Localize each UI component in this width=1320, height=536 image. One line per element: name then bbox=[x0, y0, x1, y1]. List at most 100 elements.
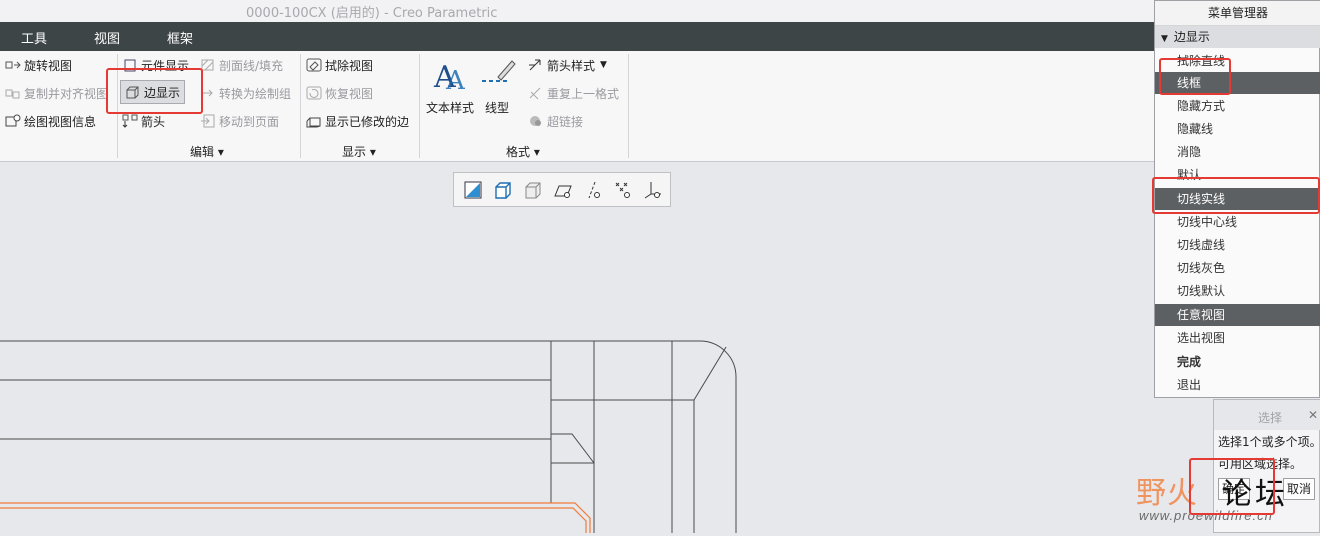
model-drawing bbox=[0, 340, 737, 533]
menu-item-erase-line[interactable]: 拭除直线 bbox=[1155, 50, 1320, 72]
copy-align-view-button[interactable]: 复制并对齐视图 bbox=[5, 83, 108, 103]
title-bar: 0000-100CX (启用的) - Creo Parametric bbox=[0, 0, 1320, 22]
group-separator bbox=[419, 54, 420, 158]
arrow-label: 箭头 bbox=[141, 114, 166, 129]
menu-item-any-view[interactable]: 任意视图 bbox=[1155, 304, 1320, 326]
section-fill-label: 剖面线/填充 bbox=[219, 58, 284, 73]
move-to-page-label: 移动到页面 bbox=[219, 114, 280, 129]
drawing-view-info-label: 绘图视图信息 bbox=[24, 114, 97, 129]
view-info-icon bbox=[5, 114, 21, 128]
arrow-button[interactable]: 箭头 bbox=[122, 111, 165, 131]
tab-view[interactable]: 视图 bbox=[94, 28, 120, 47]
restore-view-label: 恢复视图 bbox=[325, 86, 374, 101]
format-group-label[interactable]: 格式 ▾ bbox=[506, 143, 540, 160]
section-fill-button[interactable]: 剖面线/填充 bbox=[200, 55, 283, 75]
arrow-style-button[interactable]: 箭头样式 ▼ bbox=[528, 55, 607, 75]
arrow-icon bbox=[122, 114, 138, 128]
menu-item-tangent-centerline[interactable]: 切线中心线 bbox=[1155, 211, 1320, 233]
show-modified-edges-button[interactable]: 显示已修改的边 bbox=[306, 111, 409, 131]
menu-item-done[interactable]: 完成 bbox=[1155, 351, 1320, 373]
menu-item-quit[interactable]: 退出 bbox=[1155, 374, 1320, 396]
group-separator bbox=[117, 54, 118, 158]
edge-display-label: 边显示 bbox=[144, 85, 181, 100]
repeat-last-format-label: 重复上一格式 bbox=[547, 86, 620, 101]
show-modified-edges-label: 显示已修改的边 bbox=[325, 114, 410, 129]
text-style-label: 文本样式 bbox=[426, 101, 475, 115]
select-instruction: 选择1个或多个项。 bbox=[1218, 435, 1320, 449]
restore-view-button[interactable]: 恢复视图 bbox=[306, 83, 373, 103]
menu-item-no-hidden[interactable]: 消隐 bbox=[1155, 141, 1320, 163]
display-group-label[interactable]: 显示 ▾ bbox=[342, 143, 376, 160]
element-display-button[interactable]: 元件显示 bbox=[122, 55, 189, 75]
convert-to-draw-group-label: 转换为绘制组 bbox=[219, 86, 292, 101]
hyperlink-icon bbox=[528, 114, 544, 128]
arrow-style-label: 箭头样式 bbox=[547, 58, 596, 73]
watermark-url: www.proewildfire.cn bbox=[1139, 508, 1273, 523]
menu-item-tangent-solid[interactable]: 切线实线 bbox=[1155, 188, 1320, 210]
menu-item-hidden-line[interactable]: 隐藏线 bbox=[1155, 118, 1320, 140]
ribbon: 旋转视图 复制并对齐视图 绘图视图信息 元件显示 边显示 箭头 剖面线/填充 转… bbox=[0, 51, 1320, 162]
text-style-icon: AA bbox=[433, 60, 466, 96]
cube-icon[interactable] bbox=[488, 177, 518, 203]
watermark-text: 论坛 bbox=[1222, 477, 1288, 512]
line-style-label: 线型 bbox=[485, 101, 510, 115]
menu-item-wireframe[interactable]: 线框 bbox=[1155, 72, 1320, 94]
edit-group-label[interactable]: 编辑 ▾ bbox=[190, 143, 224, 160]
move-page-icon bbox=[200, 114, 216, 128]
line-style-icon bbox=[482, 60, 516, 82]
group-separator bbox=[628, 54, 629, 158]
menu-section-header[interactable]: ▼ 边显示 bbox=[1155, 26, 1320, 48]
menu-item-tangent-dashed[interactable]: 切线虚线 bbox=[1155, 234, 1320, 256]
svg-text:A: A bbox=[445, 66, 466, 91]
text-style-button[interactable]: AA 文本样式 bbox=[424, 57, 476, 117]
edge-display-icon bbox=[125, 85, 141, 99]
edge-display-button[interactable]: 边显示 bbox=[120, 80, 186, 104]
copy-align-icon bbox=[5, 86, 21, 100]
hyperlink-label: 超链接 bbox=[547, 114, 584, 129]
section-fill-icon bbox=[200, 58, 216, 72]
select-dialog-title: 选择 bbox=[1258, 411, 1283, 425]
erase-view-icon bbox=[306, 58, 322, 72]
window-title: 0000-100CX (启用的) - Creo Parametric bbox=[246, 6, 498, 21]
tab-frame[interactable]: 框架 bbox=[167, 28, 193, 47]
repeat-format-icon bbox=[528, 86, 544, 100]
close-icon[interactable]: ✕ bbox=[1308, 408, 1318, 422]
restore-view-icon bbox=[306, 86, 322, 100]
modified-edges-icon bbox=[306, 114, 322, 128]
repeat-last-format-button[interactable]: 重复上一格式 bbox=[528, 83, 619, 103]
shading-icon[interactable] bbox=[458, 177, 488, 203]
convert-icon bbox=[200, 86, 216, 100]
tab-tools[interactable]: 工具 bbox=[21, 28, 47, 47]
copy-align-view-label: 复制并对齐视图 bbox=[24, 86, 109, 101]
menu-item-hidden-mode[interactable]: 隐藏方式 bbox=[1155, 95, 1320, 117]
group-separator bbox=[300, 54, 301, 158]
convert-to-draw-group-button[interactable]: 转换为绘制组 bbox=[200, 83, 291, 103]
menu-item-tangent-gray[interactable]: 切线灰色 bbox=[1155, 257, 1320, 279]
plane-display-icon[interactable] bbox=[548, 177, 578, 203]
erase-view-label: 拭除视图 bbox=[325, 58, 374, 73]
point-display-icon[interactable] bbox=[608, 177, 638, 203]
move-to-page-button[interactable]: 移动到页面 bbox=[200, 111, 279, 131]
menu-manager-title: 菜单管理器 bbox=[1155, 1, 1320, 26]
menu-item-default[interactable]: 默认 bbox=[1155, 164, 1320, 186]
arrow-style-icon bbox=[528, 58, 544, 72]
menu-item-pick-view[interactable]: 选出视图 bbox=[1155, 327, 1320, 349]
menu-manager: 菜单管理器 ▼ 边显示 拭除直线 线框 隐藏方式 隐藏线 消隐 默认 切线实线 切… bbox=[1154, 0, 1320, 398]
drawing-view-info-button[interactable]: 绘图视图信息 bbox=[5, 111, 96, 131]
rotate-view-icon bbox=[5, 58, 21, 72]
menu-item-tangent-default[interactable]: 切线默认 bbox=[1155, 280, 1320, 302]
hidden-cube-icon[interactable] bbox=[518, 177, 548, 203]
rotate-view-label: 旋转视图 bbox=[24, 58, 73, 73]
hyperlink-button[interactable]: 超链接 bbox=[528, 111, 583, 131]
graphics-mini-toolbar bbox=[453, 172, 671, 207]
chevron-down-icon: ▼ bbox=[600, 60, 607, 70]
rotate-view-button[interactable]: 旋转视图 bbox=[5, 55, 72, 75]
erase-view-button[interactable]: 拭除视图 bbox=[306, 55, 373, 75]
line-style-button[interactable]: 线型 bbox=[480, 57, 520, 117]
watermark-text: 野火 bbox=[1136, 476, 1198, 511]
csys-display-icon[interactable] bbox=[638, 177, 668, 203]
element-display-icon bbox=[122, 58, 138, 72]
drawing-canvas[interactable] bbox=[0, 163, 1320, 533]
ribbon-tab-bar: 工具 视图 框架 bbox=[0, 22, 1320, 51]
axis-display-icon[interactable] bbox=[578, 177, 608, 203]
